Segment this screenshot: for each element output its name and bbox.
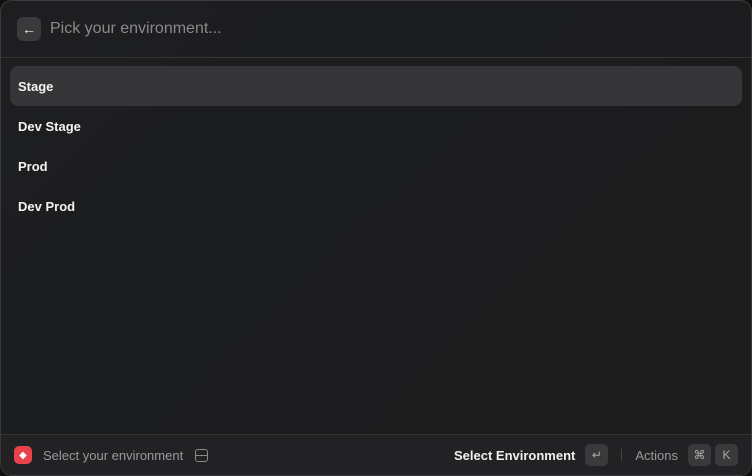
hard-drive-icon: [195, 448, 209, 462]
list-item-label: Stage: [18, 78, 54, 94]
search-input[interactable]: [50, 20, 650, 38]
app-logo-icon: ◆: [14, 446, 32, 464]
command-key-icon: ⌘: [688, 444, 711, 466]
list-item[interactable]: Stage: [10, 66, 742, 106]
status-text: Select your environment: [43, 447, 184, 463]
enter-key-icon: ↵: [585, 444, 609, 466]
k-key-icon: K: [715, 444, 738, 466]
select-environment-button[interactable]: Select Environment: [454, 448, 575, 463]
list-item-label: Dev Prod: [18, 198, 76, 214]
actions-button[interactable]: Actions: [635, 448, 678, 463]
action-bar: ◆ Select your environment Select Environ…: [1, 434, 751, 475]
launcher-window: ← Stage Dev Stage Prod Dev Prod ◆ Select…: [0, 0, 752, 476]
list-item-label: Dev Stage: [18, 118, 81, 134]
arrow-left-icon: ←: [22, 21, 36, 37]
list-item-label: Prod: [18, 158, 48, 174]
back-button[interactable]: ←: [17, 17, 41, 41]
environment-list: Stage Dev Stage Prod Dev Prod: [1, 58, 751, 234]
list-item[interactable]: Prod: [10, 146, 742, 186]
list-item[interactable]: Dev Prod: [10, 186, 742, 226]
search-bar: ←: [1, 1, 751, 58]
list-item[interactable]: Dev Stage: [10, 106, 742, 146]
divider: [621, 449, 623, 461]
